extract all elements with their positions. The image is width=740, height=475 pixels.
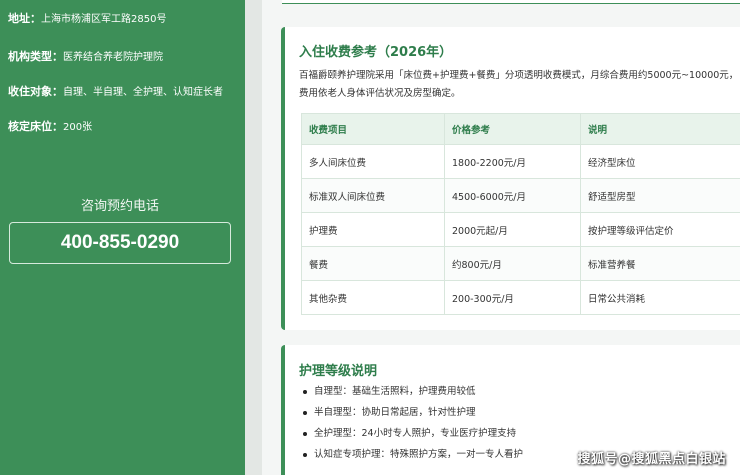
table-cell: 多人间床位费 [301,144,445,179]
table-cell: 4500-6000元/月 [444,178,581,213]
table-header-row: 收费项目 价格参考 说明 [301,113,740,145]
address-label: 地址： [8,12,41,25]
consult-label: 咨询预约电话 [80,199,159,214]
list-item: 半自理型：协助日常起居，针对性护理 [303,406,523,427]
table-cell: 约800元/月 [444,246,581,281]
table-cell: 200-300元/月 [444,280,581,315]
list-item: 全护理型：24小时专人照护，专业医疗护理支持 [303,427,523,448]
list-item: 认知症专项护理：特殊照护方案，一对一专人看护 [303,448,523,469]
top-divider [282,0,740,4]
target-label: 收住对象： [8,85,63,98]
care-levels-title: 护理等级说明 [299,364,378,379]
table-row: 多人间床位费 1800-2200元/月 经济型床位 [301,144,740,179]
table-cell: 餐费 [301,246,445,281]
table-row: 餐费 约800元/月 标准营养餐 [301,246,740,281]
fees-description: 百福爵颐养护理院采用「床位费+护理费+餐费」分项透明收费模式，月综合费用约500… [299,70,739,99]
table-cell: 舒适型房型 [580,178,740,213]
sidebar-shadow [245,0,262,475]
beds-label: 核定床位： [8,120,63,133]
table-cell: 经济型床位 [580,144,740,179]
beds-row: 核定床位：200张 [8,120,92,135]
beds-value: 200张 [63,122,93,133]
watermark: 搜狐号@搜狐黑点白银站 [577,452,726,467]
care-levels-list: 自理型：基础生活照料，护理费用较低 半自理型：协助日常起居，针对性护理 全护理型… [303,385,523,469]
fees-table: 收费项目 价格参考 说明 多人间床位费 1800-2200元/月 经济型床位 标… [301,113,740,315]
table-row: 标准双人间床位费 4500-6000元/月 舒适型房型 [301,178,740,213]
table-header: 收费项目 [301,113,445,145]
type-label: 机构类型： [8,50,63,63]
list-item: 自理型：基础生活照料，护理费用较低 [303,385,523,406]
table-row: 护理费 2000元起/月 按护理等级评估定价 [301,212,740,247]
fees-title: 入住收费参考（2026年） [299,45,453,60]
table-header: 说明 [580,113,740,145]
table-header: 价格参考 [444,113,581,145]
fees-card: 入住收费参考（2026年） 百福爵颐养护理院采用「床位费+护理费+餐费」分项透明… [281,27,740,330]
table-cell: 按护理等级评估定价 [580,212,740,247]
target-row: 收住对象：自理、半自理、全护理、认知症长者 [8,85,223,100]
sidebar: 地址：上海市杨浦区军工路2850号 机构类型：医养结合养老院护理院 收住对象：自… [0,0,245,475]
address-row: 地址：上海市杨浦区军工路2850号 [8,12,166,27]
type-value: 医养结合养老院护理院 [63,52,163,63]
table-cell: 标准营养餐 [580,246,740,281]
target-value: 自理、半自理、全护理、认知症长者 [63,87,223,98]
phone-button[interactable]: 400-855-0290 [9,222,231,264]
table-cell: 1800-2200元/月 [444,144,581,179]
table-cell: 2000元起/月 [444,212,581,247]
address-value: 上海市杨浦区军工路2850号 [41,14,167,25]
table-cell: 其他杂费 [301,280,445,315]
table-cell: 日常公共消耗 [580,280,740,315]
table-row: 其他杂费 200-300元/月 日常公共消耗 [301,280,740,315]
table-cell: 护理费 [301,212,445,247]
type-row: 机构类型：医养结合养老院护理院 [8,50,163,65]
table-cell: 标准双人间床位费 [301,178,445,213]
